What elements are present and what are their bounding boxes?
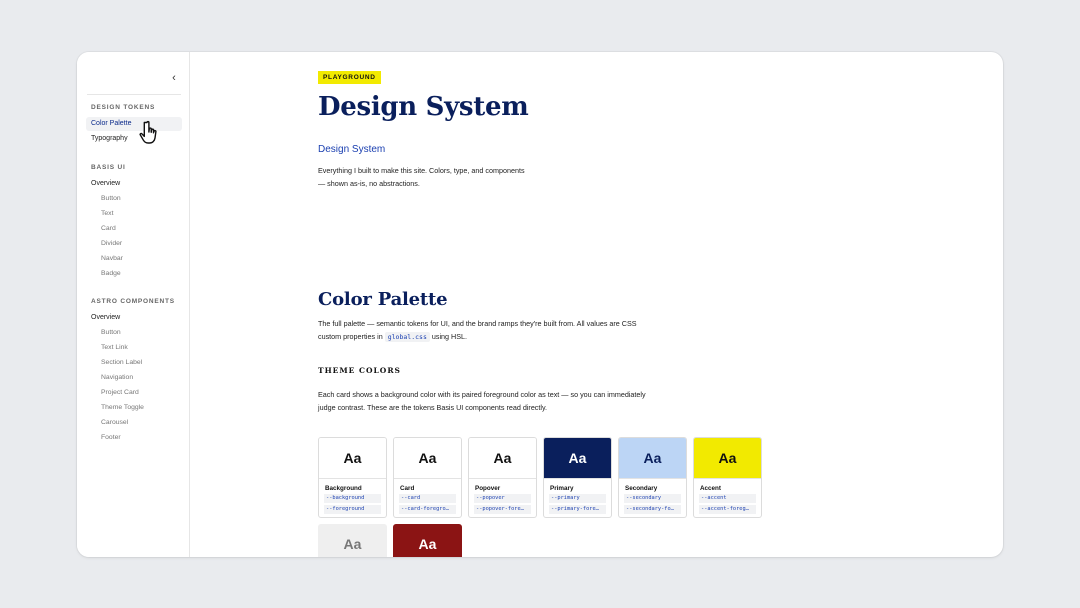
app-window: ‹ DESIGN TOKENS Color Palette Typography… <box>77 52 1003 557</box>
sidebar-item-astro-carousel[interactable]: Carousel <box>101 418 128 428</box>
swatch: Aa <box>393 524 462 557</box>
card-name: Card <box>400 485 415 492</box>
color-card-muted: Aa <box>318 524 387 557</box>
swatch: Aa <box>619 438 686 479</box>
sidebar-item-astro-footer[interactable]: Footer <box>101 433 121 443</box>
card-name: Accent <box>700 485 721 492</box>
card-name: Background <box>325 485 362 492</box>
card-name: Secondary <box>625 485 658 492</box>
token-code: --primary-fore… <box>549 505 606 514</box>
divider <box>87 94 181 95</box>
token-code: --primary <box>549 494 606 503</box>
token-code: --accent <box>699 494 756 503</box>
sidebar-item-astro-button[interactable]: Button <box>101 328 121 338</box>
sidebar-item-astro-overview[interactable]: Overview <box>86 311 182 325</box>
token-code: --accent-foreg… <box>699 505 756 514</box>
token-code: --secondary-fo… <box>624 505 681 514</box>
intro-text: Everything I built to make this site. Co… <box>318 166 525 188</box>
palette-text-after: using HSL. <box>429 331 468 341</box>
swatch: Aa <box>544 438 611 479</box>
section-label-design-tokens: DESIGN TOKENS <box>91 104 156 111</box>
sidebar-item-astro-project-card[interactable]: Project Card <box>101 388 139 398</box>
theme-colors-description: Each card shows a background color with … <box>318 390 646 412</box>
token-code: --popover <box>474 494 531 503</box>
sidebar-item-basis-overview[interactable]: Overview <box>86 177 182 191</box>
sidebar-item-basis-divider[interactable]: Divider <box>101 239 122 249</box>
swatch: Aa <box>319 438 386 479</box>
playground-badge: PLAYGROUND <box>318 71 381 84</box>
color-card-card: Aa Card --card --card-foregro… <box>393 437 462 518</box>
sidebar-item-basis-button[interactable]: Button <box>101 194 121 204</box>
section-label-astro-components: ASTRO COMPONENTS <box>91 298 175 305</box>
palette-text-before: The full palette — semantic tokens for U… <box>318 319 637 341</box>
global-css-code: global.css <box>384 331 430 342</box>
color-palette-heading: Color Palette <box>318 289 448 310</box>
sidebar-item-basis-navbar[interactable]: Navbar <box>101 254 123 264</box>
color-card-primary: Aa Primary --primary --primary-fore… <box>543 437 612 518</box>
swatch: Aa <box>694 438 761 479</box>
sidebar-item-basis-badge[interactable]: Badge <box>101 269 121 279</box>
theme-colors-heading: THEME COLORS <box>318 366 401 375</box>
token-code: --secondary <box>624 494 681 503</box>
swatch: Aa <box>394 438 461 479</box>
sidebar-item-astro-navigation[interactable]: Navigation <box>101 373 133 383</box>
swatch: Aa <box>469 438 536 479</box>
sidebar-item-basis-text[interactable]: Text <box>101 209 113 219</box>
token-code: --background <box>324 494 381 503</box>
token-code: --card-foregro… <box>399 505 456 514</box>
sidebar: ‹ DESIGN TOKENS Color Palette Typography… <box>77 52 190 557</box>
color-card-secondary: Aa Secondary --secondary --secondary-fo… <box>618 437 687 518</box>
section-label-basis-ui: BASIS UI <box>91 164 126 171</box>
card-name: Popover <box>475 485 501 492</box>
card-name: Primary <box>550 485 574 492</box>
sidebar-item-astro-section-label[interactable]: Section Label <box>101 358 142 368</box>
palette-description: The full palette — semantic tokens for U… <box>318 318 648 343</box>
token-code: --popover-fore… <box>474 505 531 514</box>
sidebar-item-typography[interactable]: Typography <box>86 132 182 146</box>
sidebar-item-astro-theme-toggle[interactable]: Theme Toggle <box>101 403 144 413</box>
swatch: Aa <box>318 524 387 557</box>
chevron-left-icon[interactable]: ‹ <box>168 72 180 84</box>
main-content: PLAYGROUND Design System Design System E… <box>191 52 1003 557</box>
color-card-accent: Aa Accent --accent --accent-foreg… <box>693 437 762 518</box>
hand-pointer-icon <box>139 120 157 144</box>
sidebar-item-astro-text-link[interactable]: Text Link <box>101 343 128 353</box>
sidebar-item-basis-card[interactable]: Card <box>101 224 116 234</box>
color-card-background: Aa Background --background --foreground <box>318 437 387 518</box>
color-card-destructive: Aa <box>393 524 462 557</box>
token-code: --card <box>399 494 456 503</box>
sidebar-item-color-palette[interactable]: Color Palette <box>86 117 182 131</box>
page-title: Design System <box>318 92 529 122</box>
color-card-popover: Aa Popover --popover --popover-fore… <box>468 437 537 518</box>
design-system-link[interactable]: Design System <box>318 144 385 155</box>
token-code: --foreground <box>324 505 381 514</box>
